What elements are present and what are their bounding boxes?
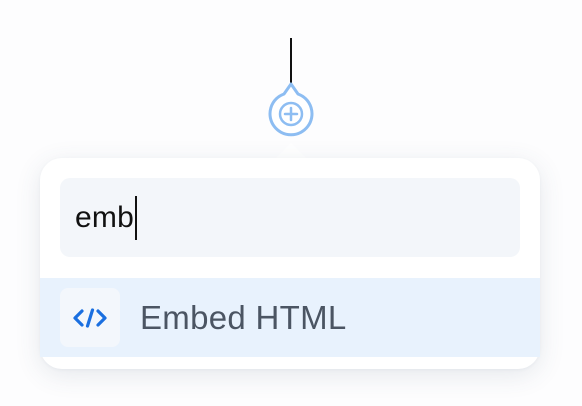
connector-line xyxy=(290,38,292,84)
step-picker-popover: emb Embed HTML xyxy=(40,158,540,369)
search-input[interactable]: emb xyxy=(60,178,520,257)
text-cursor xyxy=(134,195,137,240)
result-item-label: Embed HTML xyxy=(140,298,347,336)
add-step-button[interactable] xyxy=(267,82,315,138)
search-value[interactable]: emb xyxy=(75,202,134,233)
result-item-embed-html[interactable]: Embed HTML xyxy=(40,278,540,357)
plus-icon xyxy=(268,82,314,137)
result-icon-tile xyxy=(60,288,120,347)
code-icon xyxy=(73,307,107,328)
